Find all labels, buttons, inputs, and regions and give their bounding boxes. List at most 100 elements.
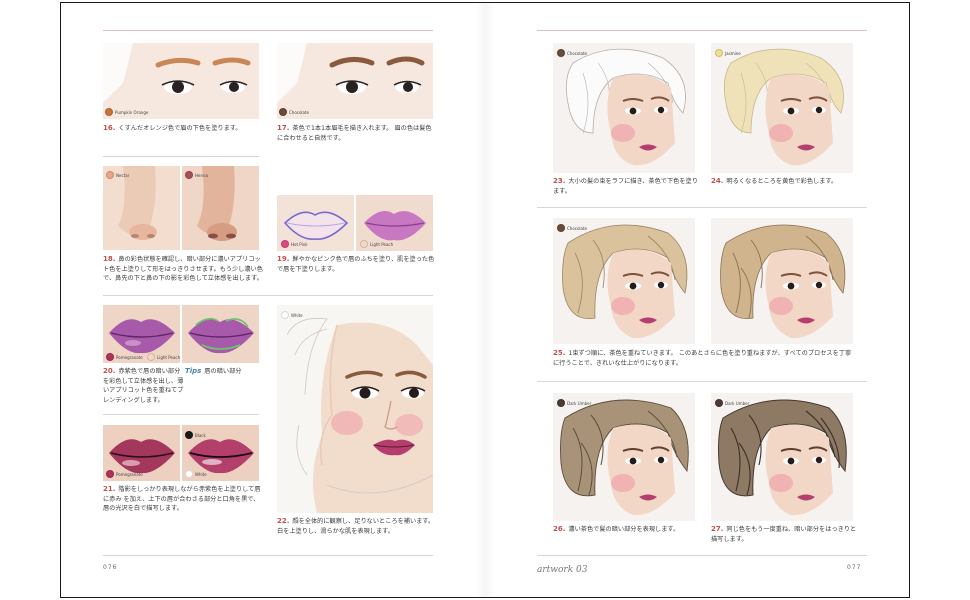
swatch-dot bbox=[557, 224, 565, 232]
swatch-label: Dark Umber bbox=[725, 400, 750, 406]
swatch-hot-pink: Hot Pink bbox=[281, 240, 308, 248]
step-18-caption: 18. 鼻の彩色状態を確認し、暗い部分に濃いアプリコット色を上塗りして形をはっきり… bbox=[103, 255, 263, 284]
swatch-dot bbox=[360, 240, 368, 248]
step-text: くすんだオレンジ色で眉の下色を塗ります。 bbox=[118, 125, 242, 132]
step-25-caption: 25. 1束ずつ順に、茶色を重ねていきます。 このあとさらに色を塗り重ねますが、す… bbox=[553, 349, 857, 368]
swatch-dot bbox=[557, 49, 565, 57]
section-divider bbox=[537, 381, 867, 382]
swatch-henna: Henna bbox=[185, 171, 208, 179]
top-rule bbox=[537, 30, 867, 31]
step-number: 20. bbox=[103, 367, 116, 375]
step-20-caption: 20. 赤紫色で唇の暗い部分を彩色して立体感を出し、薄いアプリコット色を重ねてブレ… bbox=[103, 367, 185, 405]
swatch-jasmine: Jasmine bbox=[715, 49, 741, 57]
tips-note: Tips 唇の暗い部分 bbox=[185, 367, 265, 377]
swatch-label: White bbox=[195, 471, 207, 477]
swatch-dot bbox=[106, 353, 114, 361]
step-22-image bbox=[277, 305, 433, 513]
step-26-image bbox=[553, 393, 695, 521]
step-text: 大小の髪の束をラフに描き、茶色で下色を塗ります。 bbox=[553, 178, 698, 195]
swatch-chocolate: Chocolate bbox=[279, 108, 309, 116]
swatch-dot bbox=[557, 399, 565, 407]
step-20-image-b bbox=[182, 305, 259, 363]
tips-text: 唇の暗い部分 bbox=[204, 368, 242, 375]
step-number: 24. bbox=[711, 177, 724, 185]
swatch-label: Pumpkin Orange bbox=[115, 109, 149, 115]
step-number: 27. bbox=[711, 525, 724, 533]
page-number-right: 077 bbox=[847, 564, 862, 571]
swatch-label: Henna bbox=[195, 172, 208, 178]
step-number: 25. bbox=[553, 349, 566, 357]
swatch-dark-umber: Dark Umber bbox=[715, 399, 749, 407]
step-27-image bbox=[711, 393, 853, 521]
swatch-label: Pomegranate bbox=[116, 471, 143, 477]
bottom-rule bbox=[537, 555, 867, 556]
book-spread: Pumpkin Orange 16. くすんだオレンジ色で眉の下色を塗ります。 C… bbox=[60, 2, 910, 598]
swatch-label: Jasmine bbox=[725, 50, 741, 56]
swatch-dot bbox=[147, 353, 155, 361]
swatch-label: Hot Pink bbox=[291, 241, 308, 247]
swatch-dot bbox=[185, 431, 193, 439]
swatch-nectar: Nectar bbox=[106, 171, 129, 179]
step-text: 顔を全体的に観察し、足りないところを補います。 白を上塗りし、滑らかな肌を表現し… bbox=[277, 518, 435, 535]
step-text: 明るくなるところを黄色で彩色します。 bbox=[726, 178, 838, 185]
step-16-caption: 16. くすんだオレンジ色で眉の下色を塗ります。 bbox=[103, 124, 259, 134]
step-text: 階影をしっかり表現しながら赤紫色を上塗りして唇に赤み を加え、上下の唇が合わさる… bbox=[103, 486, 261, 512]
swatch-label: Chocolate bbox=[289, 109, 310, 115]
swatch-dark-umber: Dark Umber bbox=[557, 399, 591, 407]
step-text: 鼻の彩色状態を確認し、暗い部分に濃いアプリコット色を上塗りして形をはっきりさせま… bbox=[103, 256, 263, 282]
swatch-label: Chocolate bbox=[567, 50, 588, 56]
page-number-left: 076 bbox=[103, 564, 118, 571]
step-text: 同じ色をもう一度重ね、暗い部分をはっきりと描写します。 bbox=[711, 526, 857, 543]
right-page: Chocolate 23. 大小の髪の束をラフに描き、茶色で下色を塗ります。 Ja… bbox=[485, 3, 909, 597]
step-23-image bbox=[553, 43, 695, 173]
top-rule bbox=[103, 30, 433, 31]
step-text: 茶色で1本1本眉毛を描き入れます。 眉の色は髪色に合わせると自然です。 bbox=[277, 125, 432, 142]
swatch-label: Dark Umber bbox=[567, 400, 592, 406]
step-number: 23. bbox=[553, 177, 566, 185]
swatch-dot bbox=[281, 240, 289, 248]
bottom-rule bbox=[103, 555, 433, 556]
swatch-label: Pomegranate bbox=[116, 354, 143, 360]
step-21-caption: 21. 階影をしっかり表現しながら赤紫色を上塗りして唇に赤み を加え、上下の唇が合… bbox=[103, 485, 263, 514]
step-number: 19. bbox=[277, 255, 290, 263]
section-divider bbox=[537, 207, 867, 208]
swatch-dot bbox=[106, 171, 114, 179]
step-text: 1束ずつ順に、茶色を重ねていきます。 このあとさらに色を塗り重ねますが、すべての… bbox=[553, 350, 852, 367]
swatch-white: White bbox=[281, 311, 303, 319]
step-23-caption: 23. 大小の髪の束をラフに描き、茶色で下色を塗ります。 bbox=[553, 177, 701, 196]
step-number: 17. bbox=[277, 124, 290, 132]
step-25-image-a bbox=[553, 218, 695, 344]
swatch-light-peach: Light Peach bbox=[360, 240, 393, 248]
swatch-pomegranate: Pomegranate bbox=[106, 353, 143, 361]
step-text: 鮮やかなピンク色で唇のふちを塗り、肌を塗った色で唇を下塗りします。 bbox=[277, 256, 435, 273]
swatch-dot bbox=[185, 470, 193, 478]
swatch-label: Chocolate bbox=[567, 225, 588, 231]
swatch-dot bbox=[185, 171, 193, 179]
step-number: 22. bbox=[277, 517, 290, 525]
swatch-light-peach: Light Peach bbox=[147, 353, 180, 361]
step-number: 16. bbox=[103, 124, 116, 132]
section-divider bbox=[103, 156, 259, 157]
tips-label: Tips bbox=[185, 367, 202, 375]
swatch-dot bbox=[106, 470, 114, 478]
swatch-label: Light Peach bbox=[370, 241, 394, 247]
swatch-black: Black bbox=[185, 431, 206, 439]
step-27-caption: 27. 同じ色をもう一度重ね、暗い部分をはっきりと描写します。 bbox=[711, 525, 861, 544]
chapter-mark: artwork 03 bbox=[537, 565, 588, 575]
step-25-image-b bbox=[711, 218, 853, 344]
swatch-label: White bbox=[291, 312, 303, 318]
step-number: 18. bbox=[103, 255, 116, 263]
step-number: 26. bbox=[553, 525, 566, 533]
step-17-caption: 17. 茶色で1本1本眉毛を描き入れます。 眉の色は髪色に合わせると自然です。 bbox=[277, 124, 437, 143]
step-24-caption: 24. 明るくなるところを黄色で彩色します。 bbox=[711, 177, 859, 187]
swatch-pumpkin-orange: Pumpkin Orange bbox=[105, 108, 148, 116]
swatch-pomegranate: Pomegranate bbox=[106, 470, 143, 478]
swatch-dot bbox=[279, 108, 287, 116]
left-page: Pumpkin Orange 16. くすんだオレンジ色で眉の下色を塗ります。 C… bbox=[61, 3, 485, 597]
swatch-chocolate: Chocolate bbox=[557, 224, 587, 232]
step-19-caption: 19. 鮮やかなピンク色で唇のふちを塗り、肌を塗った色で唇を下塗りします。 bbox=[277, 255, 437, 274]
swatch-label: Black bbox=[195, 432, 206, 438]
swatch-white: White bbox=[185, 470, 207, 478]
step-26-caption: 26. 濃い茶色で髪の暗い部分を表現します。 bbox=[553, 525, 701, 535]
swatch-dot bbox=[715, 49, 723, 57]
